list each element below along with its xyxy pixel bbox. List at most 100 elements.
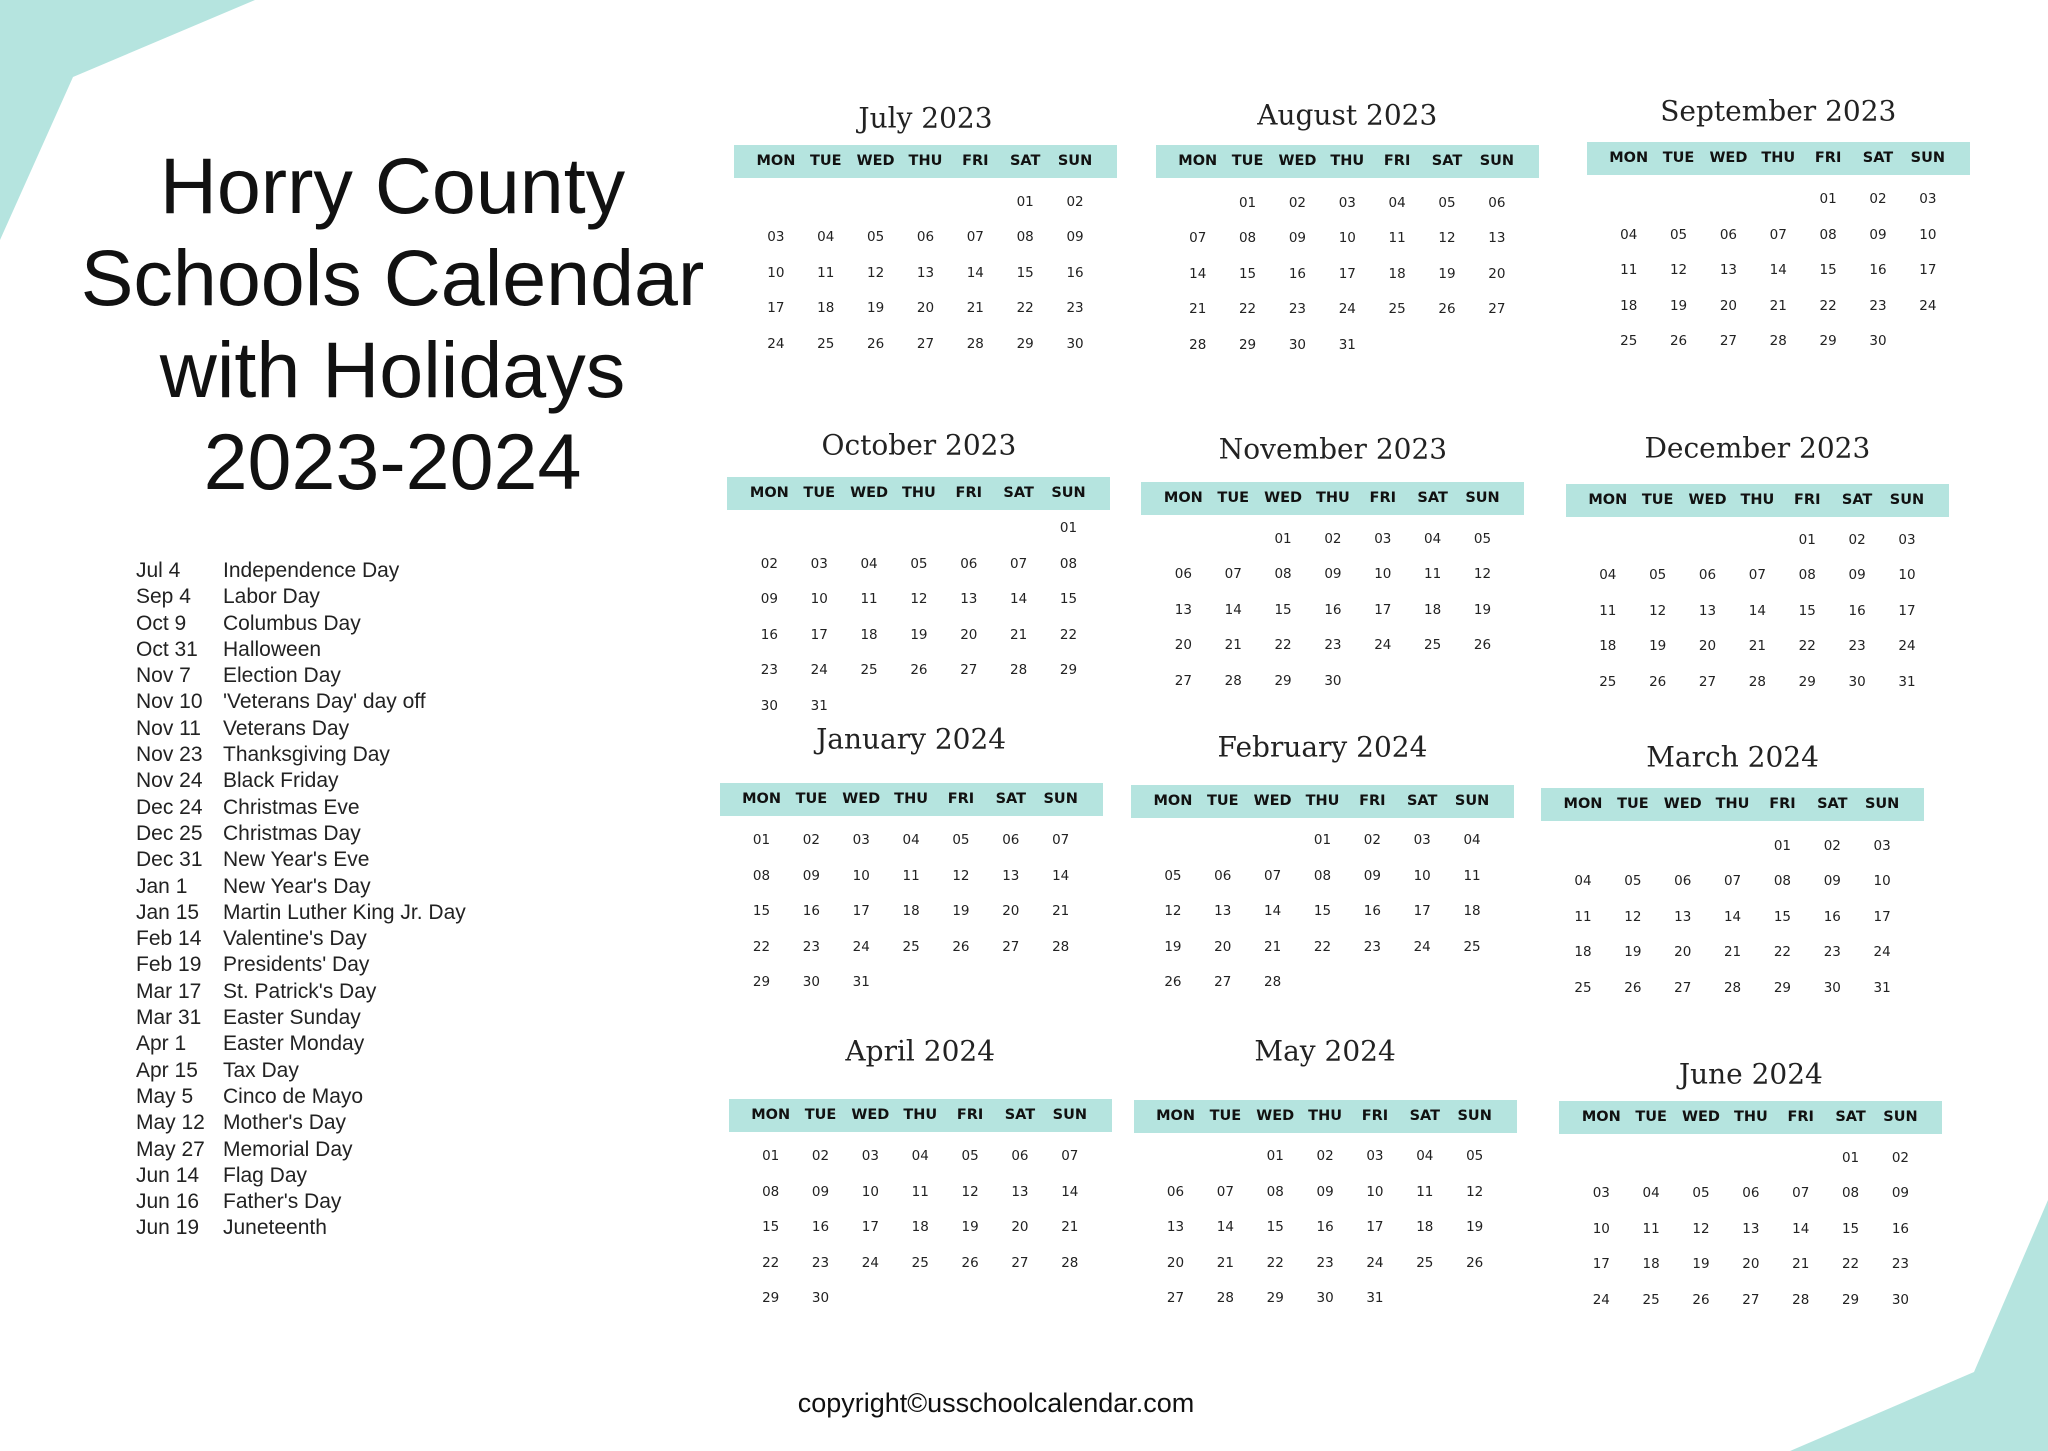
day-cell: 26 (1669, 333, 1688, 350)
day-cell (1708, 829, 1758, 865)
week-row: 23 24 25 26 27 28 29 (744, 653, 1093, 689)
week-row: 14 15 16 17 18 19 20 (1173, 257, 1522, 293)
month-title: October 2023 (821, 428, 1017, 462)
day-cell: 14 (1723, 908, 1742, 925)
day-cell: 08 (1238, 230, 1257, 247)
day-cell: 30 (760, 697, 778, 714)
day-cell: 08 (1841, 1185, 1860, 1202)
holiday-date: Dec 31 (136, 848, 203, 872)
day-cell: 18 (1388, 265, 1406, 282)
day-cell: 07 (1052, 832, 1070, 849)
day-cell: 07 (1216, 1183, 1234, 1200)
week-row: 11 12 13 14 15 16 17 (1558, 900, 1907, 936)
day-cell: 15 (1798, 602, 1816, 619)
day-cell: 06 (1011, 1148, 1029, 1165)
day-cell: 24 (1374, 637, 1392, 654)
holiday-item: May 27 Memorial Day (136, 1137, 466, 1163)
day-cell: 06 (1214, 867, 1232, 884)
week-row: 06 07 08 09 10 11 12 (1158, 557, 1507, 593)
day-cell: 13 (1166, 1219, 1185, 1236)
day-cell (1626, 1141, 1676, 1177)
holiday-item: Sep 4 Labor Day (136, 584, 466, 610)
day-cell: 10 (1919, 226, 1937, 243)
week-row: 02 03 04 05 06 07 08 (744, 547, 1093, 583)
day-cell (1408, 664, 1458, 700)
day-cell: 23 (1363, 938, 1381, 955)
day-cell (1044, 689, 1094, 725)
day-cell: 03 (861, 1148, 879, 1165)
holiday-item: Mar 17 St. Patrick's Day (136, 979, 466, 1005)
day-cell: 11 (1388, 230, 1406, 247)
holiday-item: Oct 31 Halloween (136, 637, 466, 663)
weekday-label: WED (1709, 149, 1748, 166)
holiday-name: Valentine's Day (223, 927, 367, 951)
day-cell: 09 (1324, 566, 1342, 583)
day-cell: 31 (1898, 673, 1916, 690)
day-cell (1654, 182, 1704, 218)
day-cell: 15 (752, 903, 771, 920)
day-cell: 28 (1723, 979, 1742, 996)
day-cell: 04 (1388, 194, 1406, 211)
day-cell: 19 (1473, 601, 1492, 618)
day-cell: 18 (1642, 1256, 1660, 1273)
holiday-item: Jan 1 New Year's Day (136, 874, 466, 900)
day-cell: 13 (1719, 262, 1737, 279)
day-cell: 17 (767, 300, 785, 317)
holiday-item: Jun 16 Father's Day (136, 1189, 466, 1215)
day-cell: 26 (1466, 1254, 1484, 1271)
holiday-item: Nov 24 Black Friday (136, 768, 466, 794)
day-cell: 14 (1061, 1183, 1079, 1200)
day-cell: 09 (802, 867, 820, 884)
day-cell: 16 (802, 903, 820, 920)
day-cell: 16 (1288, 265, 1307, 282)
month-title: May 2024 (1254, 1034, 1396, 1068)
weekday-label: TUE (1206, 793, 1239, 810)
week-row: 01 02 03 04 05 06 07 (746, 1139, 1095, 1175)
day-cell: 11 (1620, 262, 1638, 279)
day-cell: 27 (1719, 333, 1737, 350)
day-cell: 21 (1010, 626, 1028, 643)
weekday-header: MON TUE WED THU FRI SAT SUN (1130, 785, 1514, 819)
day-cell: 22 (1274, 637, 1292, 654)
day-cell: 04 (860, 555, 878, 572)
day-cell: 02 (1363, 832, 1381, 849)
holiday-name: 'Veterans Day' day off (223, 690, 426, 714)
month-title: March 2024 (1646, 740, 1819, 774)
weekday-label: THU (1308, 1108, 1342, 1125)
holiday-item: Nov 10 'Veterans Day' day off (136, 689, 466, 715)
day-cell: 16 (1363, 903, 1381, 920)
week-row: 01 02 03 (1604, 182, 1953, 218)
day-cell: 22 (1059, 626, 1078, 643)
day-cell: 01 (762, 1148, 780, 1165)
day-cell (1358, 664, 1408, 700)
day-cell: 26 (1649, 673, 1667, 690)
week-row: 12 13 14 15 16 17 18 (1148, 894, 1497, 930)
week-row: 15 16 17 18 19 20 21 (737, 894, 1086, 930)
weekday-header: MON TUE WED THU FRI SAT SUN (1541, 787, 1925, 821)
day-cell: 07 (1224, 566, 1242, 583)
day-cell: 16 (1848, 602, 1866, 619)
day-cell (1148, 823, 1198, 859)
week-row: 22 23 24 25 26 27 28 (737, 930, 1086, 966)
day-cell: 28 (1792, 1291, 1810, 1308)
day-cell: 08 (1798, 567, 1816, 584)
weekday-label: WED (1278, 153, 1317, 170)
weekday-header: MON TUE WED THU FRI SAT SUN (1565, 483, 1949, 517)
day-cell: 19 (1692, 1256, 1710, 1273)
day-cell: 22 (1798, 638, 1816, 655)
day-cell: 13 (1174, 601, 1192, 618)
day-cell: 08 (1274, 566, 1292, 583)
day-cell: 14 (1052, 867, 1070, 884)
weekday-label: FRI (947, 790, 975, 807)
week-row: 08 09 10 11 12 13 14 (746, 1175, 1095, 1211)
day-cell: 26 (952, 938, 970, 955)
holiday-date: Oct 9 (136, 611, 187, 635)
weekday-label: WED (851, 1106, 890, 1123)
day-cell: 11 (911, 1183, 929, 1200)
day-cell: 29 (1238, 336, 1257, 353)
day-grid: 01 02 03 04 05 06 07 08 09 10 11 12 13 14 15 16 17 18 19 20… (1131, 823, 1514, 1001)
day-cell: 24 (810, 662, 828, 679)
day-cell: 17 (1898, 602, 1916, 619)
weekday-label: WED (1663, 795, 1702, 812)
day-cell: 16 (1891, 1220, 1910, 1237)
